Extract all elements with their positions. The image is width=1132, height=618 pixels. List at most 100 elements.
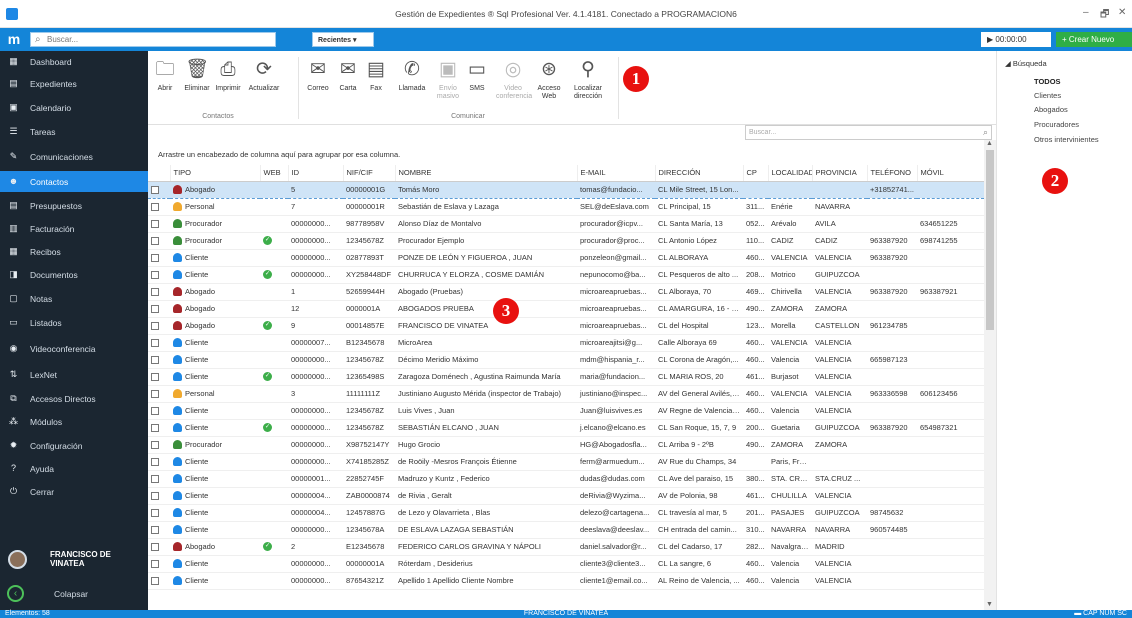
table-row[interactable]: Procurador 00000000... 98778958V Alonso Día… xyxy=(148,215,984,233)
maximize-button[interactable]: 🗗 xyxy=(1100,7,1109,24)
table-row[interactable]: Procurador ✓ 00000000... 12345678Z Procurado… xyxy=(148,232,984,250)
sidebar-item-contactos[interactable]: ☻ Contactos xyxy=(0,171,148,192)
row-checkbox[interactable] xyxy=(151,373,159,381)
row-checkbox[interactable] xyxy=(151,441,159,449)
ribbon-button-carta[interactable]: ✉ Carta xyxy=(334,55,362,115)
table-row[interactable]: Cliente 00000004... 12457887G de Lezo y Ola… xyxy=(148,504,984,522)
row-checkbox[interactable] xyxy=(151,492,159,500)
column-header-nombre[interactable]: NOMBRE xyxy=(395,165,578,182)
sidebar-item-expedientes[interactable]: ▤ Expedientes xyxy=(0,73,148,94)
tree-item-abogados[interactable]: Abogados xyxy=(1034,105,1068,114)
row-checkbox[interactable] xyxy=(151,271,159,279)
row-checkbox[interactable] xyxy=(151,424,159,432)
sidebar-item-notas[interactable]: ▢ Notas xyxy=(0,288,148,309)
table-row[interactable]: Cliente 00000000... 00000001A Róterdam , De… xyxy=(148,555,984,573)
table-row[interactable]: Cliente ✓ 00000000... 12345678Z SEBASTIÁN EL… xyxy=(148,419,984,437)
ribbon-button-llamada[interactable]: ✆ Llamada xyxy=(395,55,429,115)
ribbon-button-abrir[interactable]: 🗀 Abrir xyxy=(150,55,180,115)
table-row[interactable]: Cliente 00000000... 12345678Z Luis Vives , … xyxy=(148,402,984,420)
tree-item-todos[interactable]: TODOS xyxy=(1034,77,1061,86)
sidebar-item-calendario[interactable]: ▣ Calendario xyxy=(0,97,148,118)
row-checkbox[interactable] xyxy=(151,407,159,415)
sidebar-item-comunicaciones[interactable]: ✎ Comunicaciones xyxy=(0,146,148,167)
row-checkbox[interactable] xyxy=(151,288,159,296)
tree-item-clientes[interactable]: Clientes xyxy=(1034,91,1061,100)
sidebar-item-módulos[interactable]: ⁂ Módulos xyxy=(0,411,148,432)
row-checkbox[interactable] xyxy=(151,543,159,551)
grid-search-input[interactable]: Buscar... ⌕ xyxy=(745,125,992,140)
column-header-cp[interactable]: CP xyxy=(743,165,769,182)
scroll-up-icon[interactable]: ▲ xyxy=(986,140,993,147)
global-search[interactable]: ⌕ xyxy=(30,32,276,47)
table-row[interactable]: Cliente 00000001... 22852745F Madruzo y Kun… xyxy=(148,470,984,488)
row-checkbox[interactable] xyxy=(151,254,159,262)
table-row[interactable]: Personal 3 11111111Z Justiniano Augusto Mér… xyxy=(148,385,984,403)
column-header-móvil[interactable]: MÓVIL xyxy=(917,165,984,182)
row-checkbox[interactable] xyxy=(151,186,159,194)
ribbon-button-correo[interactable]: ✉ Correo xyxy=(303,55,333,115)
table-row[interactable]: Cliente 00000000... X74185285Z de Roöily -M… xyxy=(148,453,984,471)
ribbon-button-localizar-dirección[interactable]: ⚲ Localizar dirección xyxy=(570,55,606,115)
scroll-down-icon[interactable]: ▼ xyxy=(986,601,993,608)
sidebar-item-configuración[interactable]: ✹ Configuración xyxy=(0,435,148,456)
table-row[interactable]: Cliente 00000000... 12345678Z Décimo Meridi… xyxy=(148,351,984,369)
ribbon-button-eliminar[interactable]: 🗑 Eliminar xyxy=(181,55,213,115)
row-checkbox[interactable] xyxy=(151,560,159,568)
column-header-e-mail[interactable]: E-MAIL xyxy=(577,165,656,182)
column-header-nif-cif[interactable]: NIF/CIF xyxy=(343,165,396,182)
tree-root[interactable]: ◢ Búsqueda xyxy=(1005,59,1047,68)
grid-scrollbar[interactable]: ▲ ▼ xyxy=(984,140,996,610)
sidebar-item-videoconferencia[interactable]: ◉ Videoconferencia xyxy=(0,338,148,359)
timer-button[interactable]: ▶ 00:00:00 xyxy=(981,32,1051,47)
ribbon-button-actualizar[interactable]: ⟳ Actualizar xyxy=(244,55,284,115)
column-header-localidad[interactable]: LOCALIDAD xyxy=(768,165,813,182)
column-header-dirección[interactable]: DIRECCIÓN xyxy=(655,165,744,182)
ribbon-button-imprimir[interactable]: ⎙ Imprimir xyxy=(211,55,245,115)
table-row[interactable]: Procurador 00000000... X98752147Y Hugo Groc… xyxy=(148,436,984,454)
table-row[interactable]: Cliente 00000000... 02877893T PONZE DE LEÓN… xyxy=(148,249,984,267)
column-header-provincia[interactable]: PROVINCIA xyxy=(812,165,868,182)
table-row[interactable]: Cliente 00000000... 12345678A DE ESLAVA LAZ… xyxy=(148,521,984,539)
row-checkbox[interactable] xyxy=(151,390,159,398)
sidebar-item-dashboard[interactable]: ▦ Dashboard xyxy=(0,51,148,72)
sidebar-item-lexnet[interactable]: ⇅ LexNet xyxy=(0,364,148,385)
sidebar-item-recibos[interactable]: ▦ Recibos xyxy=(0,241,148,262)
table-row[interactable]: Personal 7 00000001R Sebastián de Eslava y … xyxy=(148,198,984,216)
collapse-button[interactable]: ‹ Colapsar xyxy=(0,580,148,608)
row-checkbox[interactable] xyxy=(151,577,159,585)
table-row[interactable]: Cliente 00000004... ZAB0000874 de Rivia , G… xyxy=(148,487,984,505)
row-checkbox[interactable] xyxy=(151,220,159,228)
ribbon-button-sms[interactable]: ▭ SMS xyxy=(464,55,490,115)
table-row[interactable]: Cliente ✓ 00000000... XY258448DF CHURRUCA Y … xyxy=(148,266,984,284)
row-checkbox[interactable] xyxy=(151,356,159,364)
create-new-button[interactable]: + Crear Nuevo xyxy=(1056,32,1132,47)
row-checkbox[interactable] xyxy=(151,475,159,483)
column-header-tipo[interactable]: TIPO xyxy=(170,165,261,182)
sidebar-item-facturación[interactable]: ▥ Facturación xyxy=(0,218,148,239)
row-checkbox[interactable] xyxy=(151,237,159,245)
row-checkbox[interactable] xyxy=(151,322,159,330)
table-row[interactable]: Cliente 00000007... B12345678 MicroArea micr… xyxy=(148,334,984,352)
table-row[interactable]: Cliente ✓ 00000000... 12365498S Zaragoza Dom… xyxy=(148,368,984,386)
column-header-teléfono[interactable]: TELÉFONO xyxy=(867,165,918,182)
scroll-thumb[interactable] xyxy=(986,150,994,330)
sidebar-item-presupuestos[interactable]: ▤ Presupuestos xyxy=(0,195,148,216)
row-checkbox[interactable] xyxy=(151,203,159,211)
sidebar-item-listados[interactable]: ▭ Listados xyxy=(0,312,148,333)
tree-item-procuradores[interactable]: Procuradores xyxy=(1034,120,1079,129)
row-checkbox[interactable] xyxy=(151,526,159,534)
row-checkbox[interactable] xyxy=(151,509,159,517)
table-row[interactable]: Abogado 1 52659944H Abogado (Pruebas) microa… xyxy=(148,283,984,301)
column-header-id[interactable]: ID xyxy=(288,165,344,182)
app-logo[interactable]: m xyxy=(0,28,28,51)
ribbon-button-fax[interactable]: ▤ Fax xyxy=(363,55,389,115)
global-search-input[interactable] xyxy=(47,34,267,45)
table-row[interactable]: Abogado ✓ 2 E12345678 FEDERICO CARLOS GRAVIN… xyxy=(148,538,984,556)
row-checkbox[interactable] xyxy=(151,305,159,313)
table-row[interactable]: Cliente 00000000... 87654321Z Apellido 1 Ap… xyxy=(148,572,984,590)
sidebar-item-cerrar[interactable]: ⏻ Cerrar xyxy=(0,481,148,502)
sidebar-item-accesos-directos[interactable]: ⧉ Accesos Directos xyxy=(0,388,148,409)
ribbon-button-acceso-web[interactable]: ⊛ Acceso Web xyxy=(532,55,566,115)
user-profile[interactable]: FRANCISCO DE VINATEA xyxy=(0,544,148,578)
row-checkbox[interactable] xyxy=(151,339,159,347)
